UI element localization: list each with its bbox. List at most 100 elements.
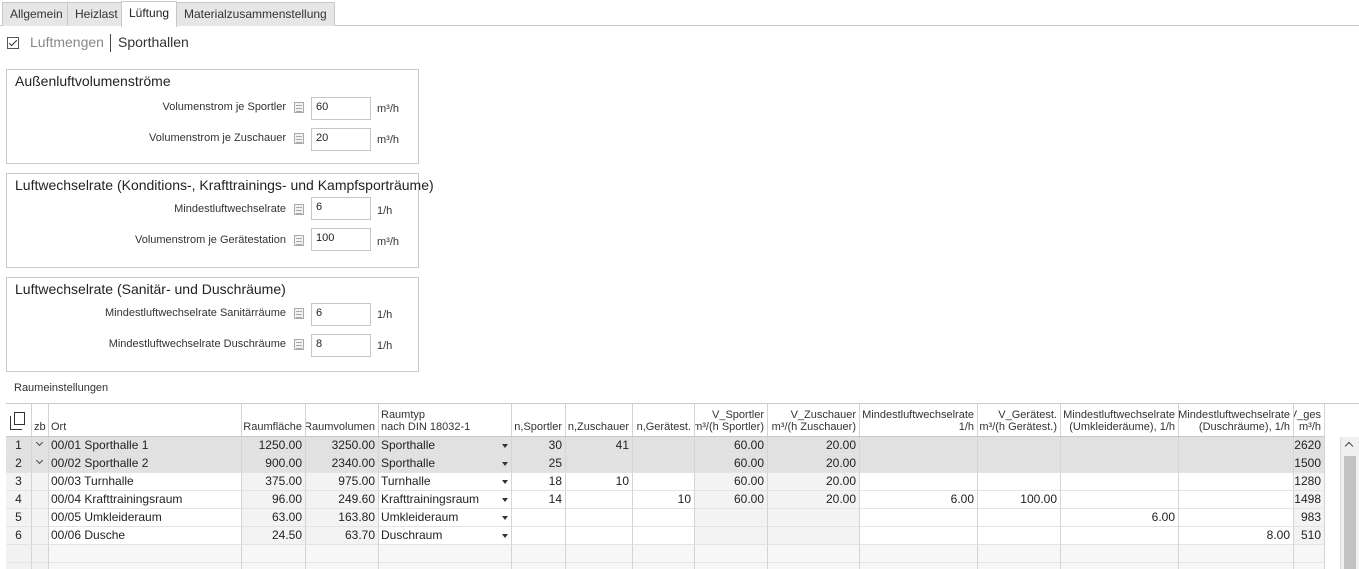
table-cell-mindestluftwechselrate[interactable] [860, 527, 978, 545]
table-cell-n-geraetest[interactable] [633, 473, 695, 491]
table-cell-v-sportler[interactable] [695, 509, 768, 527]
table-cell-mindestluftwechselrate[interactable]: 6.00 [860, 491, 978, 509]
table-cell-n-zuschauer[interactable] [566, 491, 633, 509]
calculator-icon[interactable] [294, 308, 304, 319]
table-cell-n-sportler[interactable]: 30 [512, 437, 566, 455]
table-cell-v-zuschauer[interactable]: 20.00 [768, 437, 860, 455]
table-cell-raumtyp[interactable]: Umkleideraum [379, 509, 512, 527]
column-header-lwr-umkleide[interactable]: Mindestluftwechselrate (Umkleideräume), … [1061, 404, 1179, 437]
column-header-raumflaeche[interactable]: Raumfläche [242, 404, 306, 437]
chevron-down-icon[interactable] [35, 438, 44, 447]
table-cell-raumvolumen[interactable]: 249.60 [306, 491, 379, 509]
table-cell-n-geraetest[interactable] [633, 437, 695, 455]
table-cell-raumvolumen[interactable]: 975.00 [306, 473, 379, 491]
chevron-down-icon[interactable] [502, 516, 508, 520]
table-cell-n-sportler[interactable]: 18 [512, 473, 566, 491]
table-cell-v-geraetest[interactable] [978, 527, 1061, 545]
table-cell-ort[interactable]: 00/02 Sporthalle 2 [49, 455, 242, 473]
mindestluftwechselrate-input[interactable]: 6 [311, 197, 371, 220]
table-cell-raumvolumen[interactable]: 63.70 [306, 527, 379, 545]
table-cell-raumflaeche[interactable]: 375.00 [242, 473, 306, 491]
chevron-down-icon[interactable] [502, 480, 508, 484]
table-cell-raumtyp[interactable]: Sporthalle [379, 455, 512, 473]
column-header-v-geraetest[interactable]: V_Gerätest. m³/(h Gerätest.) [978, 404, 1061, 437]
table-cell-n-sportler[interactable] [512, 509, 566, 527]
table-cell-v-ges[interactable]: 983 [1294, 509, 1325, 527]
table-cell-v-zuschauer[interactable]: 20.00 [768, 473, 860, 491]
table-cell-v-sportler[interactable]: 60.00 [695, 473, 768, 491]
table-cell-lwr-dusche[interactable]: 8.00 [1179, 527, 1294, 545]
table-cell-raumflaeche[interactable]: 900.00 [242, 455, 306, 473]
tab-allgemein[interactable]: Allgemein [2, 2, 71, 26]
table-cell-lwr-umkleide[interactable] [1061, 527, 1179, 545]
column-header-n-zuschauer[interactable]: n,Zuschauer [566, 404, 633, 437]
column-header-raumvolumen[interactable]: Raumvolumen [306, 404, 379, 437]
table-cell-ort[interactable]: 00/06 Dusche [49, 527, 242, 545]
table-cell-v-ges[interactable]: 1498 [1294, 491, 1325, 509]
column-header-n-geraetest[interactable]: n,Gerätest. [633, 404, 695, 437]
table-cell-v-sportler[interactable] [695, 527, 768, 545]
table-cell-v-geraetest[interactable] [978, 509, 1061, 527]
chevron-down-icon[interactable] [502, 444, 508, 448]
table-cell-ort[interactable]: 00/03 Turnhalle [49, 473, 242, 491]
table-cell-raumvolumen[interactable]: 2340.00 [306, 455, 379, 473]
table-cell-v-zuschauer[interactable] [768, 527, 860, 545]
table-cell-v-ges[interactable]: 1280 [1294, 473, 1325, 491]
calculator-icon[interactable] [294, 204, 304, 215]
table-cell-raumvolumen[interactable]: 3250.00 [306, 437, 379, 455]
table-cell-n-geraetest[interactable]: 10 [633, 491, 695, 509]
table-cell-n-zuschauer[interactable] [566, 509, 633, 527]
mindestluftwechselrate-dusche-input[interactable]: 8 [311, 334, 371, 357]
table-cell-zb[interactable] [32, 491, 49, 509]
vertical-scrollbar[interactable] [1340, 437, 1359, 569]
column-header-copy[interactable] [6, 404, 32, 437]
table-cell-v-sportler[interactable]: 60.00 [695, 491, 768, 509]
table-cell-v-ges[interactable]: 1500 [1294, 455, 1325, 473]
table-cell-raumtyp[interactable]: Krafttrainingsraum [379, 491, 512, 509]
scroll-up-icon[interactable] [1344, 441, 1354, 451]
table-cell-n-zuschauer[interactable]: 41 [566, 437, 633, 455]
calculator-icon[interactable] [294, 235, 304, 246]
table-cell-n-sportler[interactable]: 25 [512, 455, 566, 473]
table-cell-n-geraetest[interactable] [633, 527, 695, 545]
table-cell-zb[interactable] [32, 455, 49, 473]
volumenstrom-zuschauer-input[interactable]: 20 [311, 128, 371, 151]
table-cell-ort[interactable]: 00/04 Krafttrainingsraum [49, 491, 242, 509]
tab-heizlast[interactable]: Heizlast [67, 2, 126, 26]
calculator-icon[interactable] [294, 339, 304, 350]
table-cell-n-zuschauer[interactable] [566, 455, 633, 473]
table-cell-n-sportler[interactable]: 14 [512, 491, 566, 509]
table-cell-v-geraetest[interactable]: 100.00 [978, 491, 1061, 509]
column-header-raumtyp[interactable]: Raumtyp nach DIN 18032-1 [379, 404, 512, 437]
table-cell-lwr-umkleide[interactable] [1061, 437, 1179, 455]
table-cell-lwr-dusche[interactable] [1179, 473, 1294, 491]
table-cell-mindestluftwechselrate[interactable] [860, 437, 978, 455]
table-cell-zb[interactable] [32, 437, 49, 455]
table-cell-v-ges[interactable]: 510 [1294, 527, 1325, 545]
table-cell-n-geraetest[interactable] [633, 455, 695, 473]
table-cell-raumtyp[interactable]: Duschraum [379, 527, 512, 545]
table-cell-n-geraetest[interactable] [633, 509, 695, 527]
column-header-lwr-dusche[interactable]: Mindestluftwechselrate (Duschräume), 1/h [1179, 404, 1294, 437]
table-cell-zb[interactable] [32, 527, 49, 545]
table-cell-lwr-umkleide[interactable] [1061, 491, 1179, 509]
table-cell-lwr-dusche[interactable] [1179, 437, 1294, 455]
table-cell-lwr-dusche[interactable] [1179, 491, 1294, 509]
table-cell-raumtyp[interactable]: Sporthalle [379, 437, 512, 455]
table-cell-v-geraetest[interactable] [978, 455, 1061, 473]
table-cell-mindestluftwechselrate[interactable] [860, 455, 978, 473]
copy-icon[interactable] [10, 412, 25, 430]
table-cell-v-zuschauer[interactable]: 20.00 [768, 455, 860, 473]
table-cell-raumtyp[interactable]: Turnhalle [379, 473, 512, 491]
column-header-v-sportler[interactable]: V_Sportler m³/(h Sportler) [695, 404, 768, 437]
column-header-ort[interactable]: Ort [49, 404, 242, 437]
chevron-down-icon[interactable] [502, 462, 508, 466]
column-header-v-ges[interactable]: V_ges m³/h [1294, 404, 1325, 437]
luftmengen-checkbox[interactable] [7, 37, 19, 49]
column-header-n-sportler[interactable]: n,Sportler [512, 404, 566, 437]
table-cell-v-sportler[interactable]: 60.00 [695, 437, 768, 455]
chevron-down-icon[interactable] [502, 534, 508, 538]
table-cell-v-sportler[interactable]: 60.00 [695, 455, 768, 473]
table-cell-v-geraetest[interactable] [978, 437, 1061, 455]
table-cell-lwr-umkleide[interactable] [1061, 473, 1179, 491]
